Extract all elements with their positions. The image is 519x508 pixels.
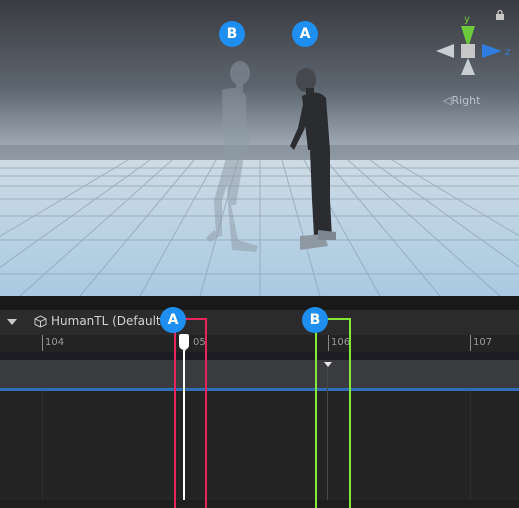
gizmo-y-label: y bbox=[464, 14, 470, 25]
grid-line bbox=[42, 391, 43, 500]
timeline-track-area[interactable] bbox=[0, 391, 519, 500]
playhead-line bbox=[183, 350, 185, 500]
sky bbox=[0, 0, 519, 160]
lock-icon[interactable] bbox=[495, 10, 505, 20]
highlight-box-b bbox=[315, 318, 351, 508]
time-ruler[interactable] bbox=[0, 335, 519, 352]
gizmo-center-cube bbox=[461, 44, 475, 58]
grid-line bbox=[470, 391, 471, 500]
track-header-strip bbox=[0, 352, 519, 360]
timeline-asset-selector[interactable]: HumanTL (DefaultM bbox=[34, 314, 171, 328]
panel-divider[interactable] bbox=[0, 296, 519, 310]
timeline-track[interactable] bbox=[0, 360, 519, 388]
ruler-tick-label: 104 bbox=[45, 337, 65, 348]
playhead-handle[interactable] bbox=[179, 334, 189, 350]
gizmo-z-label: z bbox=[505, 47, 510, 58]
ruler-tick bbox=[470, 335, 471, 351]
badge-a-timeline: A bbox=[160, 307, 186, 333]
chevron-down-icon[interactable] bbox=[7, 319, 17, 325]
scene-view[interactable]: y z ◁Right B A bbox=[0, 0, 519, 296]
badge-b-timeline: B bbox=[302, 307, 328, 333]
badge-b-scene: B bbox=[219, 21, 245, 47]
ruler-tick-label: 107 bbox=[473, 337, 493, 348]
perspective-label[interactable]: ◁Right bbox=[443, 94, 480, 107]
cube-icon bbox=[34, 314, 47, 328]
timeline-asset-label: HumanTL (DefaultM bbox=[51, 314, 171, 328]
ruler-tick bbox=[42, 335, 43, 351]
scene-canvas[interactable]: y z bbox=[0, 0, 519, 296]
timeline-header: HumanTL (DefaultM bbox=[0, 310, 519, 336]
badge-a-scene: A bbox=[292, 21, 318, 47]
